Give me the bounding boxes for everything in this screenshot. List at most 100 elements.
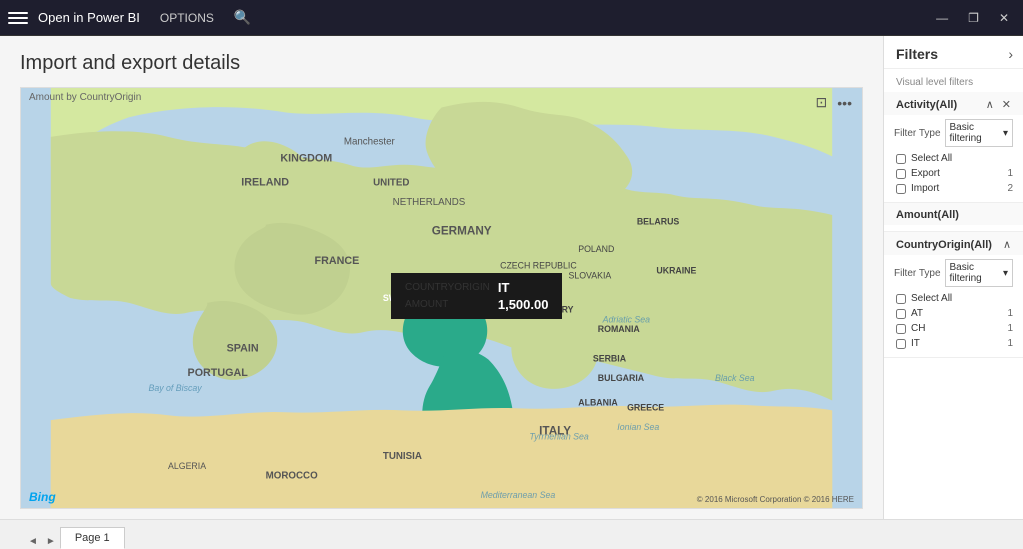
svg-text:Black Sea: Black Sea [715, 373, 755, 383]
activity-select-all-label: Select All [911, 153, 1013, 164]
svg-text:Adriatic Sea: Adriatic Sea [602, 314, 650, 324]
svg-text:KINGDOM: KINGDOM [280, 152, 332, 164]
filters-panel: Filters › Visual level filters Activity(… [883, 36, 1023, 519]
svg-text:Manchester: Manchester [344, 137, 396, 148]
countryorigin-filter-section: CountryOrigin(All) ∧ Filter Type Basic f… [884, 232, 1023, 358]
activity-filter-section: Activity(All) ∧ ✕ Filter Type Basic filt… [884, 92, 1023, 203]
countryorigin-at-label: AT [911, 308, 1002, 319]
page-navigation: ◄ ► [24, 534, 60, 549]
amount-section-title: Amount(All) [896, 209, 959, 221]
svg-text:FRANCE: FRANCE [315, 255, 360, 267]
activity-filter-type-value: Basic filtering [950, 122, 1003, 144]
countryorigin-collapse-button[interactable]: ∧ [1001, 238, 1013, 251]
page-tabs-bar: ◄ ► Page 1 [0, 519, 1023, 549]
countryorigin-it-label: IT [911, 338, 1002, 349]
countryorigin-select-all-checkbox[interactable] [896, 294, 906, 304]
expand-visual-button[interactable]: ⊡ [814, 92, 830, 113]
svg-text:ROMANIA: ROMANIA [598, 324, 641, 334]
countryorigin-dropdown-arrow: ▾ [1003, 268, 1008, 279]
countryorigin-select-all-item: Select All [884, 291, 1023, 306]
prev-page-button[interactable]: ◄ [24, 534, 42, 549]
filters-title: Filters [896, 46, 938, 62]
filters-header: Filters › [884, 36, 1023, 69]
countryorigin-ch-count: 1 [1007, 323, 1013, 334]
svg-text:PORTUGAL: PORTUGAL [188, 367, 249, 379]
activity-import-checkbox[interactable] [896, 184, 906, 194]
svg-text:BELARUS: BELARUS [637, 217, 680, 227]
activity-import-label: Import [911, 183, 1002, 194]
countryorigin-at-checkbox[interactable] [896, 309, 906, 319]
activity-filter-type-row: Filter Type Basic filtering ▾ [884, 115, 1023, 151]
tooltip-country-value: IT [494, 279, 553, 296]
title-bar: Open in Power BI OPTIONS 🔍 — ❐ ✕ [0, 0, 1023, 36]
tooltip-amount-value: 1,500.00 [494, 296, 553, 313]
amount-filter-section: Amount(All) [884, 203, 1023, 232]
next-page-button[interactable]: ► [42, 534, 60, 549]
svg-text:SPAIN: SPAIN [227, 343, 259, 355]
svg-text:TUNISIA: TUNISIA [383, 451, 422, 462]
amount-section-header: Amount(All) [884, 203, 1023, 225]
svg-text:UNITED: UNITED [373, 178, 409, 189]
activity-section-controls: ∧ ✕ [984, 98, 1013, 111]
activity-filter-type-dropdown[interactable]: Basic filtering ▾ [945, 119, 1014, 147]
activity-select-all-checkbox[interactable] [896, 154, 906, 164]
page-tab-1[interactable]: Page 1 [60, 527, 125, 549]
svg-text:MOROCCO: MOROCCO [266, 471, 318, 482]
countryorigin-at-count: 1 [1007, 308, 1013, 319]
search-icon[interactable]: 🔍 [234, 9, 251, 26]
countryorigin-it-checkbox[interactable] [896, 339, 906, 349]
svg-text:SLOVAKIA: SLOVAKIA [568, 270, 611, 280]
svg-text:Bay of Biscay: Bay of Biscay [148, 383, 202, 393]
svg-text:GREECE: GREECE [627, 402, 664, 412]
countryorigin-section-controls: ∧ [1001, 238, 1013, 251]
activity-filter-type-label: Filter Type [894, 128, 941, 139]
tooltip-amount-label: AMOUNT [401, 296, 494, 313]
activity-export-count: 1 [1007, 168, 1013, 179]
minimize-button[interactable]: — [930, 9, 954, 27]
restore-button[interactable]: ❐ [962, 9, 985, 27]
svg-text:BULGARIA: BULGARIA [598, 373, 645, 383]
countryorigin-filter-type-dropdown[interactable]: Basic filtering ▾ [945, 259, 1014, 287]
main-area: Import and export details Amount by Coun… [0, 36, 1023, 519]
activity-collapse-button[interactable]: ∧ [984, 98, 996, 111]
countryorigin-ch-label: CH [911, 323, 1002, 334]
options-button[interactable]: OPTIONS [160, 11, 214, 25]
svg-text:ALGERIA: ALGERIA [168, 461, 206, 471]
svg-text:UKRAINE: UKRAINE [656, 266, 696, 276]
visual-toolbar: ⊡ ••• [814, 92, 854, 113]
activity-export-label: Export [911, 168, 1002, 179]
countryorigin-section-header: CountryOrigin(All) ∧ [884, 232, 1023, 255]
visual-label: Amount by CountryOrigin [29, 92, 141, 103]
map-copyright: © 2016 Microsoft Corporation © 2016 HERE [697, 495, 854, 504]
countryorigin-it-item: IT 1 [884, 336, 1023, 351]
map-area[interactable]: Bay of Biscay Tyrrhenian Sea Ionian Sea … [21, 88, 862, 508]
report-area: Import and export details Amount by Coun… [0, 36, 883, 519]
countryorigin-it-count: 1 [1007, 338, 1013, 349]
activity-section-header: Activity(All) ∧ ✕ [884, 92, 1023, 115]
map-tooltip: COUNTRYORIGIN IT AMOUNT 1,500.00 [391, 273, 562, 319]
close-button[interactable]: ✕ [993, 9, 1015, 27]
svg-text:Ionian Sea: Ionian Sea [617, 422, 659, 432]
svg-text:POLAND: POLAND [578, 244, 614, 254]
activity-export-checkbox[interactable] [896, 169, 906, 179]
svg-text:Mediterranean Sea: Mediterranean Sea [481, 490, 556, 500]
window-controls: — ❐ ✕ [930, 9, 1015, 27]
report-title: Import and export details [20, 52, 863, 75]
countryorigin-ch-checkbox[interactable] [896, 324, 906, 334]
activity-dropdown-arrow: ▾ [1003, 128, 1008, 139]
filters-collapse-button[interactable]: › [1008, 46, 1013, 62]
bing-logo: Bing [29, 490, 56, 504]
svg-text:GERMANY: GERMANY [432, 225, 492, 238]
svg-text:SERBIA: SERBIA [593, 353, 627, 363]
countryorigin-filter-type-label: Filter Type [894, 268, 941, 279]
svg-text:ALBANIA: ALBANIA [578, 397, 618, 407]
activity-remove-button[interactable]: ✕ [1000, 98, 1013, 111]
hamburger-menu[interactable] [8, 8, 28, 28]
countryorigin-select-all-label: Select All [911, 293, 1013, 304]
activity-select-all-item: Select All [884, 151, 1023, 166]
svg-text:CZECH REPUBLIC: CZECH REPUBLIC [500, 261, 577, 271]
svg-text:ITALY: ITALY [539, 425, 571, 438]
app-name: Open in Power BI [38, 10, 140, 25]
countryorigin-at-item: AT 1 [884, 306, 1023, 321]
more-options-button[interactable]: ••• [835, 92, 854, 113]
